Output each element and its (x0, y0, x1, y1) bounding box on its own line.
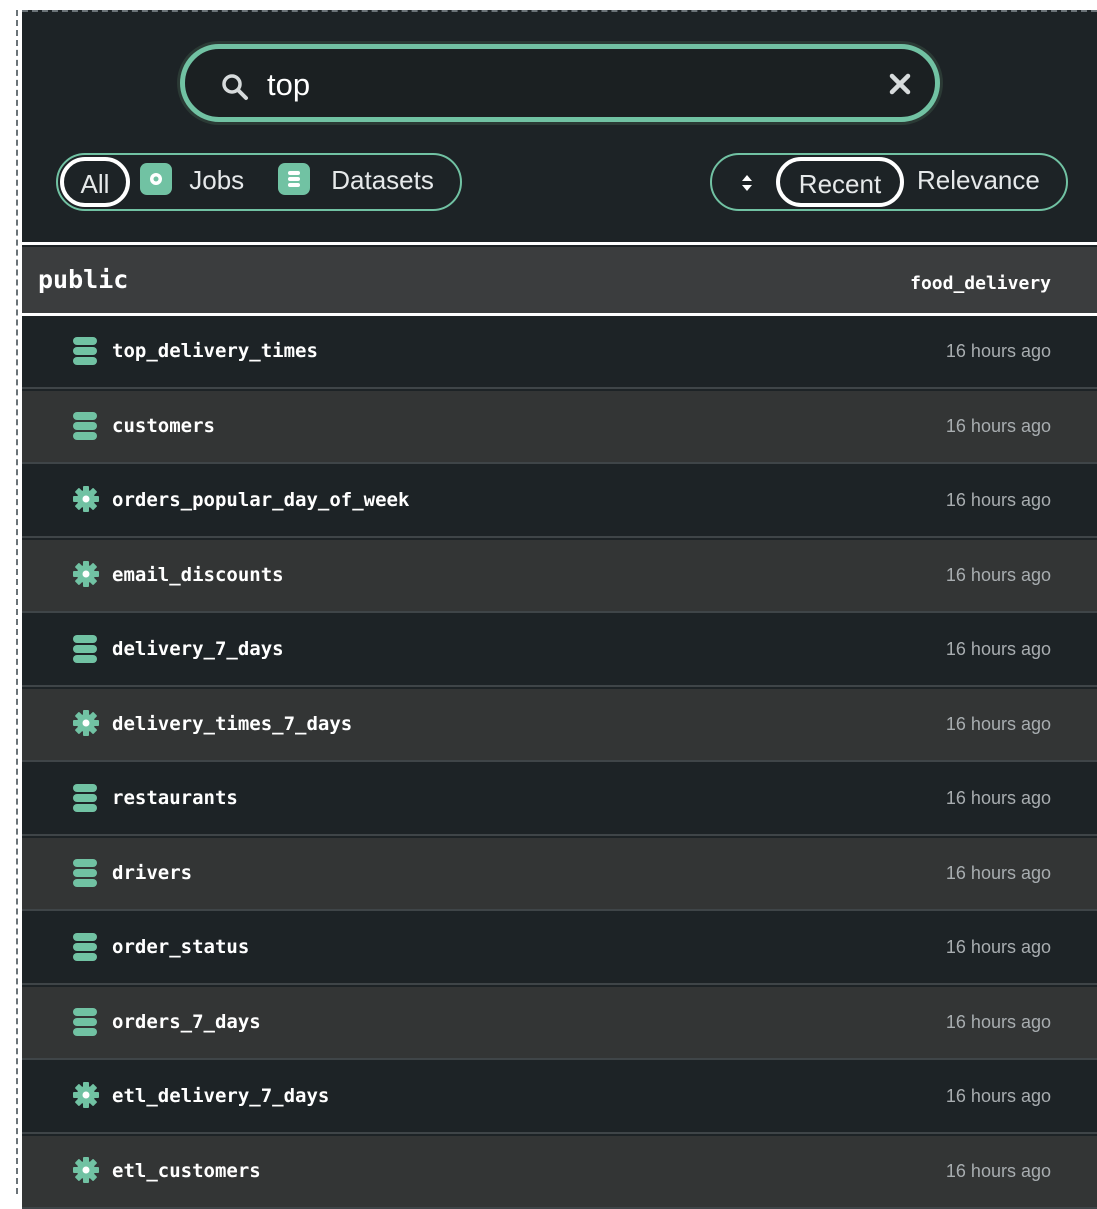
job-icon (72, 709, 100, 742)
result-time: 16 hours ago (945, 415, 1051, 436)
filter-datasets-label: Datasets (331, 165, 434, 195)
group-header: public food_delivery (22, 247, 1097, 313)
search-icon (221, 73, 249, 106)
job-icon (140, 163, 172, 196)
header-divider-top (22, 242, 1097, 245)
job-icon (72, 485, 100, 518)
result-time: 16 hours ago (945, 1011, 1051, 1032)
filter-all-button[interactable]: All (60, 157, 130, 207)
dataset-icon (72, 783, 98, 818)
result-time: 16 hours ago (945, 564, 1051, 585)
job-icon (72, 1156, 100, 1189)
result-name: top_delivery_times (112, 340, 318, 362)
result-row[interactable]: orders_popular_day_of_week 16 hours ago (22, 465, 1097, 538)
filter-jobs-label: Jobs (189, 165, 245, 195)
dataset-icon (72, 411, 98, 446)
result-name: etl_delivery_7_days (112, 1085, 330, 1107)
result-row[interactable]: delivery_times_7_days 16 hours ago (22, 688, 1097, 762)
result-row[interactable]: delivery_7_days 16 hours ago (22, 614, 1097, 687)
result-row[interactable]: orders_7_days 16 hours ago (22, 986, 1097, 1060)
result-time: 16 hours ago (945, 788, 1051, 808)
result-time: 16 hours ago (945, 341, 1051, 361)
result-name: customers (112, 414, 215, 437)
result-name: etl_customers (112, 1159, 261, 1182)
sort-group: Recent Relevance (710, 153, 1068, 211)
result-row[interactable]: restaurants 16 hours ago (22, 763, 1097, 836)
result-row[interactable]: order_status 16 hours ago (22, 912, 1097, 985)
filter-all-label: All (80, 169, 110, 199)
result-row[interactable]: etl_delivery_7_days 16 hours ago (22, 1061, 1097, 1134)
result-time: 16 hours ago (945, 713, 1051, 734)
result-row[interactable]: top_delivery_times 16 hours ago (22, 316, 1097, 389)
job-icon (72, 560, 100, 593)
filter-jobs-button[interactable]: Jobs (140, 157, 250, 207)
result-time: 16 hours ago (945, 1160, 1051, 1181)
result-time: 16 hours ago (945, 639, 1051, 659)
search-bar[interactable] (180, 44, 940, 122)
dataset-icon (72, 336, 98, 371)
dataset-icon (72, 634, 98, 669)
result-row[interactable]: etl_customers 16 hours ago (22, 1135, 1097, 1209)
filter-datasets-button[interactable]: Datasets (278, 157, 458, 207)
dataset-icon (72, 932, 98, 967)
result-time: 16 hours ago (945, 1086, 1051, 1106)
result-name: orders_7_days (112, 1010, 261, 1033)
dataset-icon (72, 1007, 98, 1042)
close-icon[interactable] (885, 69, 915, 99)
panel-border-left (16, 10, 18, 1194)
type-filter-group: All Jobs Datasets (56, 153, 462, 211)
result-name: delivery_7_days (112, 638, 284, 660)
job-icon (72, 1081, 100, 1114)
sort-relevance-button[interactable]: Relevance (917, 157, 1057, 207)
result-time: 16 hours ago (945, 490, 1051, 510)
sort-icon (740, 170, 754, 196)
group-title: public (38, 265, 129, 294)
result-row[interactable]: email_discounts 16 hours ago (22, 539, 1097, 613)
dataset-icon (72, 858, 98, 893)
search-input[interactable] (267, 63, 827, 107)
result-name: restaurants (112, 787, 238, 809)
result-name: order_status (112, 936, 250, 958)
result-time: 16 hours ago (945, 862, 1051, 883)
group-namespace: food_delivery (910, 273, 1051, 294)
result-name: drivers (112, 861, 193, 884)
sort-relevance-label: Relevance (917, 165, 1040, 195)
sort-recent-label: Recent (798, 169, 882, 199)
result-name: email_discounts (112, 563, 284, 586)
sort-recent-button[interactable]: Recent (776, 157, 904, 207)
result-row[interactable]: drivers 16 hours ago (22, 837, 1097, 911)
result-name: orders_popular_day_of_week (112, 489, 410, 511)
result-time: 16 hours ago (945, 937, 1051, 957)
result-row[interactable]: customers 16 hours ago (22, 390, 1097, 464)
result-name: delivery_times_7_days (112, 712, 353, 735)
panel-border-top (22, 10, 1097, 12)
dataset-icon (278, 163, 310, 196)
